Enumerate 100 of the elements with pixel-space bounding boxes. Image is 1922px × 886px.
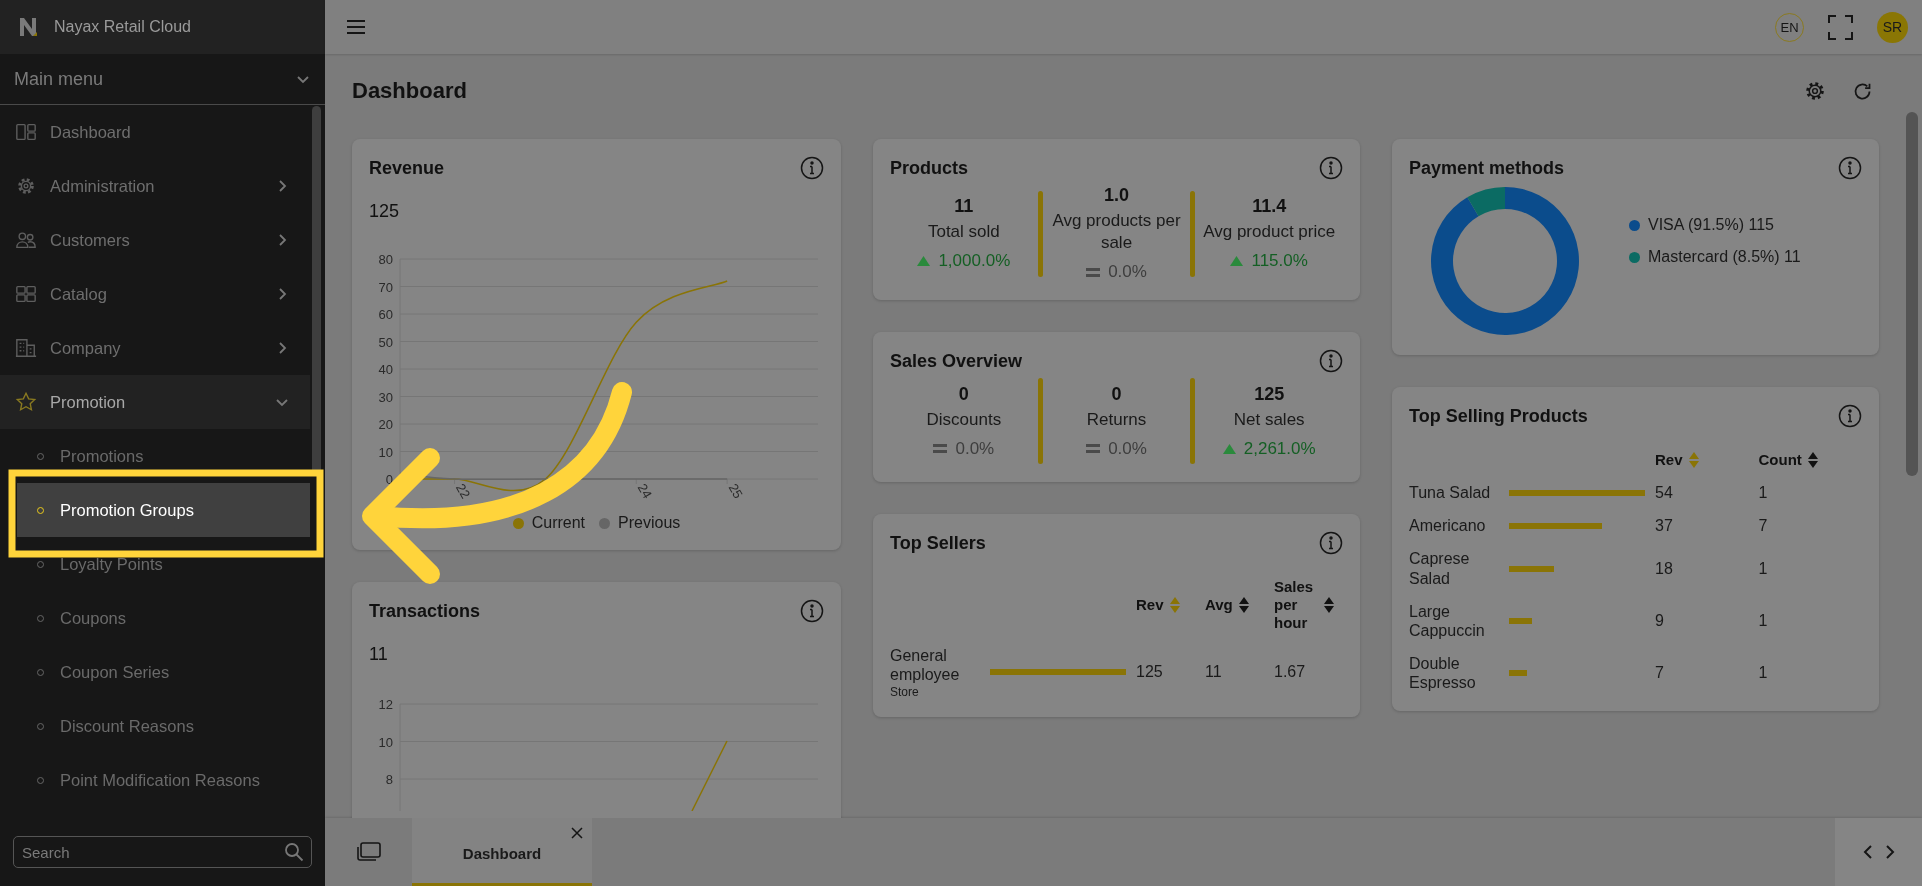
axis-tick-label: 22 bbox=[452, 481, 474, 502]
card-title: Sales Overview bbox=[890, 350, 1023, 372]
axis-tick-label: 10 bbox=[378, 734, 393, 750]
info-icon[interactable] bbox=[1319, 531, 1343, 556]
revenue-bar bbox=[1509, 565, 1555, 572]
logo-icon bbox=[18, 16, 40, 38]
change-percent: 0.0% bbox=[1108, 438, 1147, 459]
info-icon[interactable] bbox=[1319, 156, 1343, 180]
card-title: Revenue bbox=[369, 157, 445, 179]
info-icon[interactable] bbox=[1838, 156, 1862, 180]
table-cell-text: 1 bbox=[1758, 483, 1769, 502]
table-cell-text: 11 bbox=[1205, 663, 1223, 682]
equal-icon bbox=[1086, 444, 1101, 454]
search-icon[interactable] bbox=[284, 842, 304, 862]
metric-label: Avg product price bbox=[1203, 221, 1336, 244]
nav-item[interactable]: Dashboard bbox=[0, 105, 310, 159]
nav-item[interactable]: Promotion bbox=[0, 375, 310, 429]
info-icon[interactable] bbox=[800, 156, 824, 180]
metric-value: 125 bbox=[1254, 383, 1285, 405]
change-percent: 1,000.0% bbox=[938, 251, 1011, 272]
sort-icon[interactable] bbox=[1807, 452, 1818, 468]
column-header[interactable]: Count bbox=[1758, 451, 1802, 469]
table-cell-text: 125 bbox=[1136, 663, 1164, 682]
nav-subitem[interactable]: Coupon Series bbox=[0, 645, 310, 699]
sort-icon[interactable] bbox=[1324, 597, 1334, 614]
windows-button[interactable] bbox=[325, 818, 412, 886]
row-name: Caprese Salad bbox=[1409, 549, 1471, 588]
nav-subitem[interactable]: Loyalty Points bbox=[0, 537, 310, 591]
change-percent: 2,261.0% bbox=[1243, 438, 1316, 459]
axis-tick-label: 8 bbox=[385, 772, 393, 787]
table-cell-text: 7 bbox=[1655, 664, 1665, 683]
card-title: Payment methods bbox=[1409, 157, 1565, 179]
star-icon bbox=[15, 391, 37, 413]
table-cell-text: 54 bbox=[1655, 483, 1674, 502]
axis-tick-label: 20 bbox=[378, 417, 393, 432]
menu-title: Main menu bbox=[14, 68, 104, 90]
metric-value: 1.0 bbox=[1104, 185, 1129, 206]
chevron-left-icon[interactable] bbox=[1861, 844, 1874, 860]
table-cell-text: 9 bbox=[1655, 611, 1665, 630]
nav-subitem[interactable]: Coupons bbox=[0, 591, 310, 645]
axis-tick-label: 40 bbox=[378, 362, 393, 377]
user-avatar[interactable]: SR bbox=[1877, 11, 1908, 43]
grid-icon bbox=[15, 283, 37, 305]
metric-label: Total sold bbox=[927, 221, 1000, 244]
metric-label: Discounts bbox=[926, 408, 1002, 431]
info-icon[interactable] bbox=[1838, 404, 1862, 428]
row-name: Double Espresso bbox=[1409, 654, 1477, 693]
total-value: 125 bbox=[369, 201, 401, 222]
sort-icon[interactable] bbox=[1238, 597, 1249, 614]
column-header[interactable]: Rev bbox=[1655, 451, 1683, 469]
nav-subitem[interactable]: Promotions bbox=[0, 429, 310, 483]
table-cell-text: 18 bbox=[1655, 559, 1674, 578]
info-icon[interactable] bbox=[800, 599, 824, 623]
legend-label: Previous bbox=[618, 514, 681, 532]
card-title: Transactions bbox=[369, 600, 481, 622]
scrollbar[interactable] bbox=[1906, 112, 1918, 476]
info-icon[interactable] bbox=[1319, 349, 1343, 374]
column-header[interactable]: Avg bbox=[1205, 596, 1233, 615]
metric-value: 0 bbox=[1111, 383, 1122, 405]
axis-tick-label: 25 bbox=[725, 481, 746, 502]
axis-tick-label: 60 bbox=[378, 307, 393, 322]
nav-item[interactable]: Company bbox=[0, 321, 310, 375]
change-percent: 0.0% bbox=[1108, 262, 1147, 283]
nav-subitem[interactable]: Promotion Groups bbox=[17, 483, 310, 537]
search-field[interactable]: Search bbox=[13, 836, 312, 868]
table-cell-text: 1 bbox=[1758, 559, 1769, 578]
legend-label: Current bbox=[531, 514, 586, 532]
close-icon[interactable] bbox=[570, 826, 584, 840]
equal-icon bbox=[1086, 267, 1101, 277]
axis-tick-label: 50 bbox=[378, 334, 393, 350]
column-header[interactable]: Sales per hour bbox=[1274, 578, 1318, 633]
nav-subitem[interactable]: Point Modification Reasons bbox=[0, 753, 310, 807]
axis-tick-label: 70 bbox=[378, 279, 393, 295]
chevron-right-icon[interactable] bbox=[1883, 844, 1896, 860]
table-cell-text: 1 bbox=[1758, 611, 1769, 630]
windows-icon bbox=[356, 842, 381, 862]
settings-icon[interactable] bbox=[1804, 80, 1826, 102]
building-icon bbox=[15, 337, 37, 359]
fullscreen-icon[interactable] bbox=[1828, 14, 1853, 40]
nav-item[interactable]: Administration bbox=[0, 159, 310, 213]
axis-tick-label: 30 bbox=[378, 389, 393, 405]
metric-value: 11.4 bbox=[1252, 196, 1287, 218]
trend-line bbox=[691, 740, 728, 811]
revenue-bar bbox=[1509, 670, 1527, 677]
nav-item[interactable]: Catalog bbox=[0, 267, 310, 321]
table-cell-text: 1.67 bbox=[1274, 663, 1307, 682]
metric-label: Avg products per sale bbox=[1051, 210, 1182, 255]
row-name: Americano bbox=[1409, 516, 1487, 536]
nav-subitem[interactable]: Discount Reasons bbox=[0, 699, 310, 753]
equal-icon bbox=[933, 444, 948, 454]
menu-icon[interactable] bbox=[347, 20, 365, 34]
change-percent: 115.0% bbox=[1251, 251, 1308, 272]
row-subtitle: Store bbox=[890, 684, 920, 699]
column-header[interactable]: Rev bbox=[1136, 596, 1164, 615]
card-title: Top Selling Products bbox=[1409, 405, 1588, 427]
row-name: Tuna Salad bbox=[1409, 483, 1492, 503]
tab[interactable]: Dashboard bbox=[412, 818, 592, 886]
nav-item[interactable]: Customers bbox=[0, 213, 310, 267]
axis-tick-label: 10 bbox=[378, 444, 393, 460]
axis-tick-label: 0 bbox=[385, 472, 393, 487]
